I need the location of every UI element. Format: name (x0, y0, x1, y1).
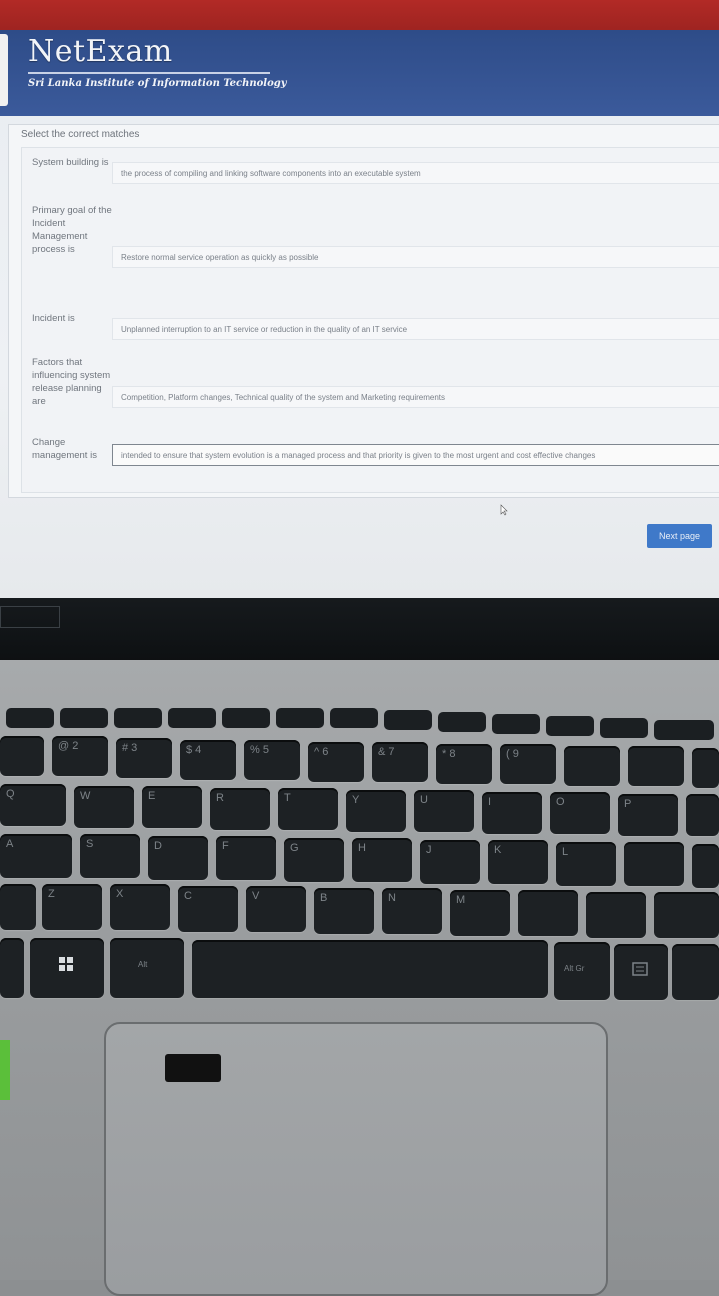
match-prompt: Factors that influencing system release … (32, 357, 111, 407)
key-m[interactable]: M (450, 890, 510, 936)
function-key[interactable] (6, 708, 54, 728)
function-key[interactable] (492, 714, 540, 734)
function-key[interactable] (546, 716, 594, 736)
key-i[interactable]: I (482, 792, 542, 834)
key-8[interactable]: * 8 (436, 744, 492, 784)
match-prompt: Incident is (32, 313, 75, 324)
match-answer-select[interactable]: Unplanned interruption to an IT service … (112, 318, 719, 340)
shift-key[interactable] (0, 884, 36, 930)
function-key[interactable] (276, 708, 324, 728)
key-d[interactable]: D (148, 836, 208, 880)
laptop-screen: NetExam Sri Lanka Institute of Informati… (0, 30, 719, 600)
key-u[interactable]: U (414, 790, 474, 832)
key-y[interactable]: Y (346, 790, 406, 832)
function-key[interactable] (168, 708, 216, 728)
key-e[interactable]: E (142, 786, 202, 828)
key-j[interactable]: J (420, 840, 480, 884)
key-3[interactable]: # 3 (116, 738, 172, 778)
key-s[interactable]: S (80, 834, 140, 878)
site-logo-subtitle: Sri Lanka Institute of Information Techn… (28, 78, 287, 89)
key-r[interactable]: R (210, 788, 270, 830)
key[interactable] (692, 844, 719, 888)
question-instruction: Select the correct matches (21, 129, 140, 140)
key-n[interactable]: N (382, 888, 442, 934)
next-page-button[interactable]: Next page (647, 524, 712, 548)
key-6[interactable]: ^ 6 (308, 742, 364, 782)
function-key[interactable] (222, 708, 270, 728)
match-answer-select[interactable]: Competition, Platform changes, Technical… (112, 386, 719, 408)
key-b[interactable]: B (314, 888, 374, 934)
key-t[interactable]: T (278, 788, 338, 830)
key-7[interactable]: & 7 (372, 742, 428, 782)
windows-key[interactable] (30, 938, 104, 998)
logo-divider (28, 72, 270, 74)
quiz-panel: Select the correct matches System buildi… (8, 124, 719, 498)
key-p[interactable]: P (618, 794, 678, 836)
laptop-hinge (0, 598, 719, 662)
key[interactable] (518, 890, 578, 936)
mouse-cursor-icon (500, 504, 508, 516)
function-key[interactable] (384, 710, 432, 730)
key[interactable] (0, 736, 44, 776)
key-9[interactable]: ( 9 (500, 744, 556, 784)
key[interactable] (624, 842, 684, 886)
match-prompt: Primary goal of the Incident Management … (32, 205, 112, 255)
key-5[interactable]: % 5 (244, 740, 300, 780)
match-prompt: System building is (32, 157, 109, 168)
key-a[interactable]: A (0, 834, 72, 878)
screen-bezel-top (0, 0, 719, 34)
key-w[interactable]: W (74, 786, 134, 828)
key-l[interactable]: L (556, 842, 616, 886)
function-key[interactable] (330, 708, 378, 728)
match-answer-select[interactable]: intended to ensure that system evolution… (112, 444, 719, 466)
spacebar[interactable] (192, 940, 548, 998)
site-header: NetExam Sri Lanka Institute of Informati… (0, 30, 719, 116)
key[interactable] (628, 746, 684, 786)
match-answer-select[interactable]: the process of compiling and linking sof… (112, 162, 719, 184)
key-x[interactable]: X (110, 884, 170, 930)
menu-key[interactable] (614, 944, 668, 1000)
key[interactable] (586, 892, 646, 938)
key-4[interactable]: $ 4 (180, 740, 236, 780)
menu-icon (632, 962, 648, 976)
key[interactable] (0, 938, 24, 998)
function-key[interactable] (438, 712, 486, 732)
alt-key[interactable]: Alt (110, 938, 184, 998)
function-key[interactable] (600, 718, 648, 738)
key-v[interactable]: V (246, 886, 306, 932)
laptop-sticker (165, 1054, 221, 1082)
key-f[interactable]: F (216, 836, 276, 880)
key-g[interactable]: G (284, 838, 344, 882)
function-key[interactable] (114, 708, 162, 728)
key-c[interactable]: C (178, 886, 238, 932)
key-k[interactable]: K (488, 840, 548, 884)
ctrl-key[interactable] (672, 944, 719, 1000)
windows-logo-icon (59, 957, 73, 971)
background-object (0, 1040, 10, 1100)
key-o[interactable]: O (550, 792, 610, 834)
key[interactable] (564, 746, 620, 786)
key[interactable] (654, 892, 719, 938)
match-answer-select[interactable]: Restore normal service operation as quic… (112, 246, 719, 268)
key[interactable] (686, 794, 719, 836)
function-key[interactable] (60, 708, 108, 728)
hinge-logo (0, 606, 60, 628)
matching-question-box: System building is the process of compil… (21, 147, 719, 493)
alt-gr-key[interactable]: Alt Gr (554, 942, 610, 1000)
logo-emblem (0, 34, 8, 106)
match-prompt: Change management is (32, 437, 97, 461)
site-logo-title[interactable]: NetExam (28, 34, 173, 69)
function-key[interactable] (654, 720, 714, 740)
key-q[interactable]: Q (0, 784, 66, 826)
key[interactable] (692, 748, 719, 788)
key-h[interactable]: H (352, 838, 412, 882)
key-2[interactable]: @ 2 (52, 736, 108, 776)
key-z[interactable]: Z (42, 884, 102, 930)
